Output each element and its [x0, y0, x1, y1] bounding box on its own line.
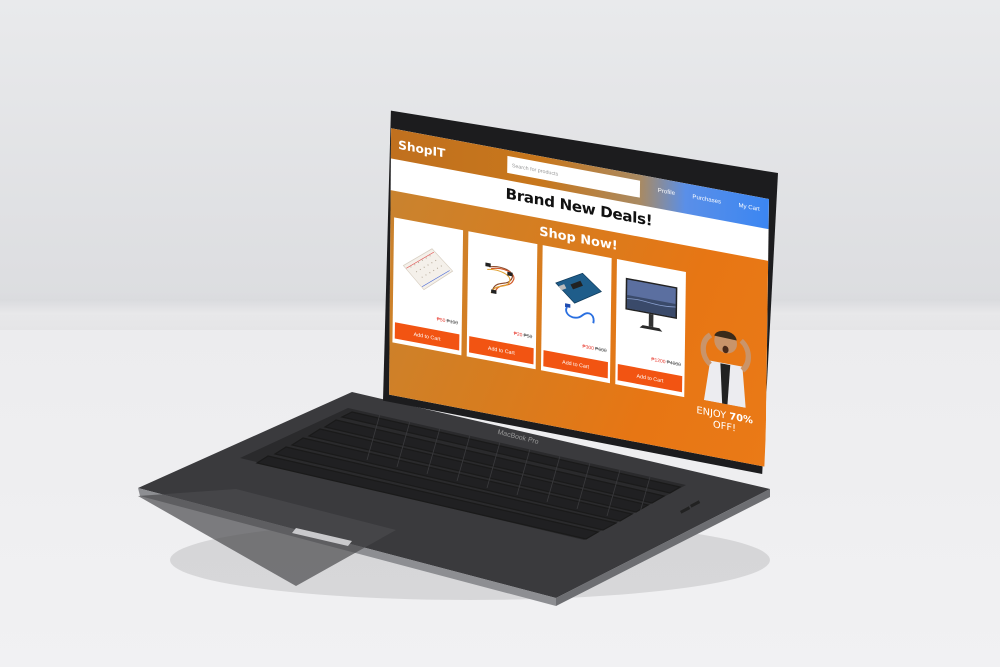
monitor-image — [625, 277, 678, 332]
sale-price: ₱50 — [436, 316, 446, 324]
sale-price: ₱1200 — [651, 356, 666, 365]
product-card-monitor[interactable]: ₱1200₱4000 Add to Cart — [615, 259, 686, 398]
original-price: ₱4000 — [666, 359, 681, 368]
original-price: ₱50 — [523, 332, 533, 340]
nav-link-profile[interactable]: Profile — [658, 187, 675, 197]
add-to-cart-button[interactable]: Add to Cart — [469, 336, 534, 365]
original-price: ₱100 — [446, 317, 459, 326]
product-card-arduino[interactable]: ₱300₱600 Add to Cart — [540, 245, 612, 384]
nav-link-my-cart[interactable]: My Cart — [738, 202, 759, 213]
nav-links: Profile Purchases My Cart — [658, 187, 760, 213]
sale-price: ₱20 — [513, 330, 523, 338]
jumper-wires-image — [485, 262, 515, 295]
breadboard-image — [402, 248, 454, 291]
product-card-jumper-wires[interactable]: ₱20₱50 Add to Cart — [466, 231, 538, 370]
price-row: ₱1200₱4000 — [651, 356, 681, 367]
add-to-cart-button[interactable]: Add to Cart — [394, 322, 460, 351]
original-price: ₱600 — [595, 345, 607, 354]
price-row: ₱300₱600 — [582, 343, 606, 353]
add-to-cart-button[interactable]: Add to Cart — [617, 364, 683, 393]
brand-logo[interactable]: ShopIT — [398, 138, 445, 161]
arduino-image — [555, 272, 602, 324]
add-to-cart-button[interactable]: Add to Cart — [543, 350, 608, 379]
price-row: ₱20₱50 — [514, 330, 533, 339]
price-row: ₱50₱100 — [437, 316, 458, 326]
sale-price: ₱300 — [582, 343, 594, 352]
nav-link-purchases[interactable]: Purchases — [692, 194, 721, 206]
promo-person-image — [700, 330, 751, 408]
product-card-breadboard[interactable]: ₱50₱100 Add to Cart — [392, 217, 464, 356]
